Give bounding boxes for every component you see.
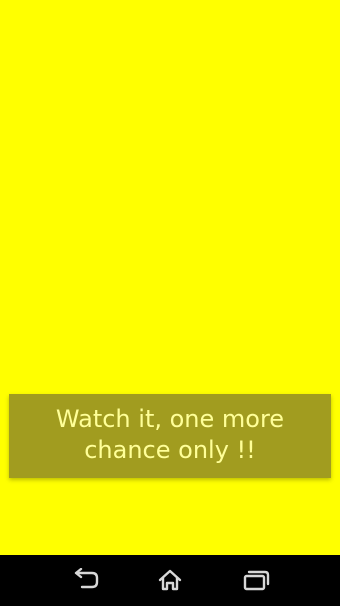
back-button[interactable] <box>68 565 104 595</box>
home-button[interactable] <box>152 565 188 595</box>
recent-apps-button[interactable] <box>238 565 274 595</box>
toast-text: Watch it, one more chance only !! <box>55 405 285 464</box>
home-icon <box>158 569 182 591</box>
toast-message: Watch it, one more chance only !! <box>9 394 331 478</box>
recent-apps-icon <box>243 570 270 591</box>
back-icon <box>74 568 99 589</box>
navigation-bar <box>0 555 340 606</box>
